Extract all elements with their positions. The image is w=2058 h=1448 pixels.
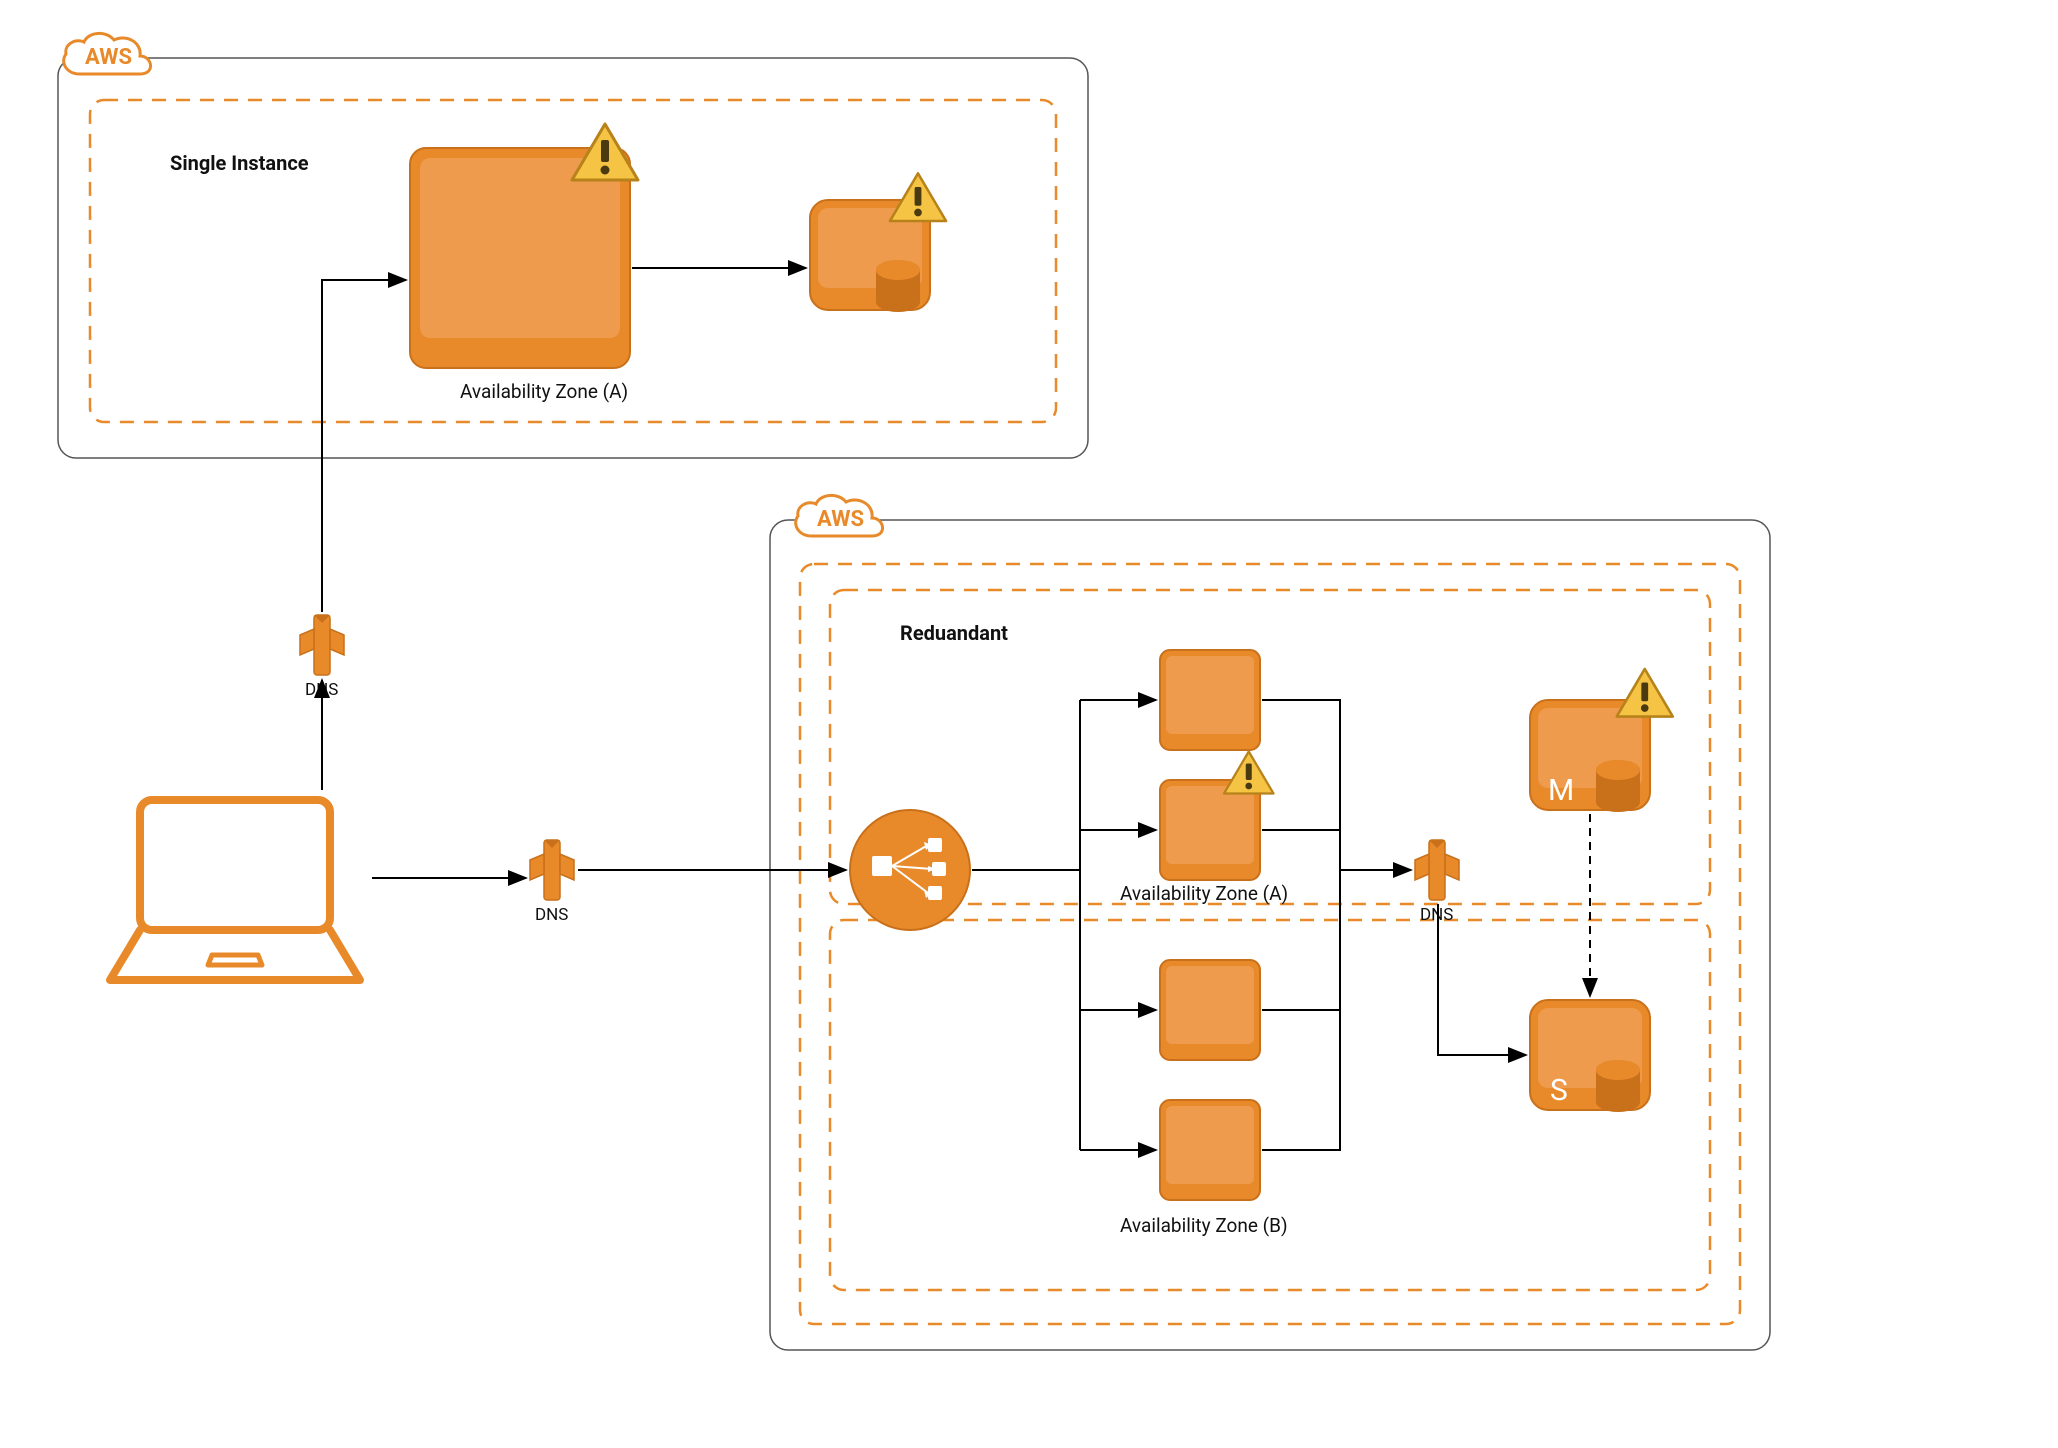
top-aws-group: AWS Single Instance Availability Zone (A… — [58, 33, 1088, 458]
arrow-dns3-to-slave — [1438, 904, 1526, 1055]
az-a-label-bottom: Availability Zone (A) — [1120, 882, 1288, 905]
single-instance-title: Single Instance — [170, 151, 309, 175]
warning-icon — [890, 173, 946, 221]
warning-icon — [1224, 752, 1274, 794]
dns-icon-1 — [300, 615, 344, 675]
aws-badge-bottom: AWS — [817, 507, 864, 532]
ec2-za-1 — [1160, 650, 1260, 750]
laptop-icon — [110, 800, 360, 980]
redundant-title: Reduandant — [900, 621, 1008, 645]
dns-label-3: DNS — [1420, 905, 1453, 925]
ec2-zb-2 — [1160, 1100, 1260, 1200]
bottom-aws-group: AWS Reduandant Availability Zone (A) Ava… — [770, 495, 1770, 1350]
ec2-za-2 — [1160, 780, 1260, 880]
elb-icon — [850, 810, 970, 930]
az-a-label-top: Availability Zone (A) — [460, 380, 628, 403]
aws-badge-top: AWS — [85, 45, 132, 70]
warning-icon — [1617, 669, 1673, 717]
db-master-letter: M — [1548, 773, 1574, 808]
dns-label-2: DNS — [535, 905, 568, 925]
dns-icon-3 — [1415, 840, 1459, 900]
arrow-dns1-to-ec2 — [322, 280, 406, 612]
rds-master: M — [1530, 669, 1673, 812]
architecture-diagram: AWS Single Instance Availability Zone (A… — [0, 0, 2058, 1448]
arrow-ec2-bus-right — [1262, 700, 1340, 1150]
az-b-label-bottom: Availability Zone (B) — [1120, 1214, 1288, 1237]
dns-icon-2 — [530, 840, 574, 900]
ec2-zb-1 — [1160, 960, 1260, 1060]
db-slave-letter: S — [1550, 1073, 1568, 1108]
rds-slave: S — [1530, 1000, 1650, 1112]
